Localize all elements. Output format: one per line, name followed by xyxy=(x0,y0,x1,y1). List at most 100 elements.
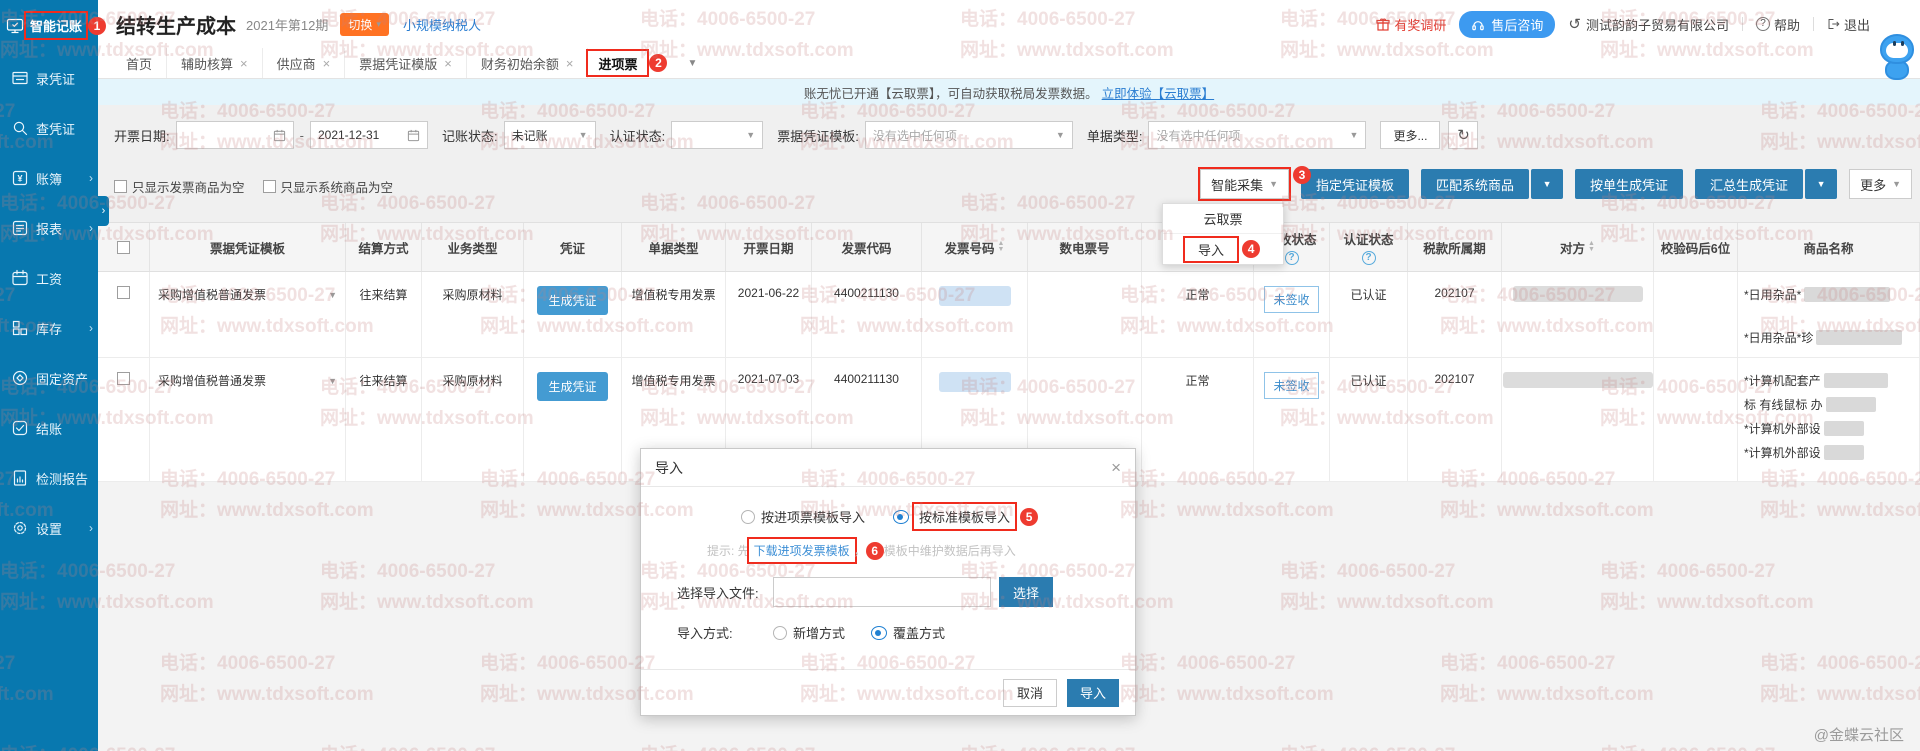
tab-item[interactable]: 供应商 × xyxy=(263,48,346,78)
logout-label: 退出 xyxy=(1844,15,1870,34)
annotation-badge-6: 6 xyxy=(866,542,884,560)
help-icon[interactable]: ? xyxy=(1362,251,1376,265)
more-filters-button[interactable]: 更多... xyxy=(1380,121,1440,149)
logout-link[interactable]: 退出 xyxy=(1827,15,1870,34)
radio-import-by-standard-template[interactable]: 按标准模板导入 5 xyxy=(893,505,1038,528)
checkbox-icon[interactable] xyxy=(263,180,276,193)
sidebar-item-voucher-search[interactable]: 查凭证 xyxy=(0,103,98,153)
chevron-right-icon: › xyxy=(89,321,93,335)
sort-icon[interactable]: ▲▼ xyxy=(1588,241,1595,253)
sidebar-item-voucher-entry[interactable]: 录凭证 xyxy=(0,53,98,103)
radio-selected-icon[interactable] xyxy=(893,510,909,524)
template-select[interactable]: 采购增值税普通发票▼ xyxy=(150,372,345,389)
row-checkbox[interactable] xyxy=(117,372,130,385)
generate-voucher-summary-button-group: 汇总生成凭证▼ xyxy=(1695,169,1837,199)
tab-item[interactable]: 财务初始余额 × xyxy=(467,48,589,78)
sidebar-item-inventory[interactable]: 库存› xyxy=(0,303,98,353)
app-logo[interactable]: 智能记账 1 xyxy=(0,0,98,37)
match-system-goods-button[interactable]: 匹配系统商品 xyxy=(1421,169,1529,199)
close-icon[interactable]: × xyxy=(1111,458,1121,478)
tab-label: 供应商 xyxy=(277,54,316,73)
refresh-icon: ↻ xyxy=(1457,126,1470,144)
generate-voucher-button[interactable]: 生成凭证 xyxy=(537,372,607,401)
product-text: *日用杂品* xyxy=(1744,286,1801,303)
sidebar-item-inspection-report[interactable]: 检测报告 xyxy=(0,453,98,503)
tab-item[interactable]: 进项票 xyxy=(588,51,647,75)
voucher-template-value: 没有选中任何项 xyxy=(873,127,957,144)
cell: *日用杂品**日用杂品*珍 xyxy=(1738,272,1920,357)
radio-append-mode[interactable]: 新增方式 xyxy=(773,623,845,642)
cert-status-select[interactable]: ▼ xyxy=(671,121,763,149)
generate-voucher-summary-button[interactable]: 汇总生成凭证 xyxy=(1695,169,1803,199)
survey-link[interactable]: 有奖调研 xyxy=(1376,15,1446,34)
close-icon[interactable]: × xyxy=(566,56,574,71)
row-checkbox[interactable] xyxy=(117,286,130,299)
notice-text: 账无忧已开通【云取票】，可自动获取税局发票数据。 xyxy=(804,83,1098,102)
generate-voucher-by-doc-button[interactable]: 按单生成凭证 xyxy=(1575,169,1683,199)
sidebar-item-closing[interactable]: 结账 xyxy=(0,403,98,453)
sidebar-item-payroll[interactable]: 工资 xyxy=(0,253,98,303)
generate-voucher-button[interactable]: 生成凭证 xyxy=(537,286,607,315)
blurred-value xyxy=(1824,421,1864,436)
doc-type-select[interactable]: 没有选中任何项 ▼ xyxy=(1148,121,1366,149)
only-system-goods-empty-checkbox[interactable]: 只显示系统商品为空 xyxy=(263,177,394,196)
company-switcher[interactable]: ↺ 测试韵韵子贸易有限公司 xyxy=(1568,15,1729,34)
doc-type-value: 没有选中任何项 xyxy=(1156,127,1240,144)
smart-collect-button[interactable]: 智能采集 ▼ xyxy=(1200,169,1289,199)
choose-file-button[interactable]: 选择 xyxy=(999,577,1053,607)
template-select[interactable]: 采购增值税普通发票▼ xyxy=(150,286,345,303)
close-icon[interactable]: × xyxy=(444,56,452,71)
annotation-badge-2: 2 xyxy=(649,54,667,72)
import-file-input[interactable] xyxy=(773,577,991,607)
tab-item[interactable]: 辅助核算× xyxy=(167,48,263,78)
voucher-template-select[interactable]: 没有选中任何项 ▼ xyxy=(865,121,1073,149)
inspection-report-icon xyxy=(11,469,29,487)
sidebar-item-fixed-assets[interactable]: 固定资产 xyxy=(0,353,98,403)
file-row: 选择导入文件: 选择 xyxy=(677,577,1111,607)
import-button[interactable]: 导入 xyxy=(1067,679,1119,707)
after-sales-support-button[interactable]: 售后咨询 xyxy=(1459,11,1555,38)
cell: 采购原材料 xyxy=(422,358,524,481)
radio-icon[interactable] xyxy=(741,510,755,524)
sort-icon[interactable]: ▲▼ xyxy=(998,241,1005,253)
close-icon[interactable]: × xyxy=(323,56,331,71)
more-actions-label: 更多 xyxy=(1860,175,1886,194)
help-link[interactable]: ? 帮助 xyxy=(1756,15,1800,34)
sidebar-item-report[interactable]: 报表› xyxy=(0,203,98,253)
close-icon[interactable]: × xyxy=(240,56,248,71)
tab-label: 财务初始余额 xyxy=(481,54,559,73)
calendar-icon[interactable] xyxy=(407,129,420,142)
menu-item-cloud-ticket[interactable]: 云取票 xyxy=(1163,204,1283,234)
notice-try-link[interactable]: 立即体验【云取票】 xyxy=(1102,83,1215,102)
radio-import-by-input-template[interactable]: 按进项票模板导入 xyxy=(741,507,865,526)
cancel-button[interactable]: 取消 xyxy=(1003,679,1057,707)
checkbox-icon[interactable] xyxy=(114,180,127,193)
tab-list-dropdown[interactable]: ▼ xyxy=(677,58,707,69)
date-from-input[interactable] xyxy=(176,121,294,149)
sidebar-item-ledger[interactable]: ¥账簿› xyxy=(0,153,98,203)
chevron-down-icon[interactable]: ▼ xyxy=(1531,169,1563,199)
select-all-checkbox[interactable] xyxy=(117,241,130,254)
only-invoice-goods-empty-checkbox[interactable]: 只显示发票商品为空 xyxy=(114,177,245,196)
sidebar-item-settings[interactable]: 设置› xyxy=(0,503,98,553)
radio-overwrite-mode[interactable]: 覆盖方式 xyxy=(871,623,945,642)
assign-voucher-template-button[interactable]: 指定凭证模板 xyxy=(1301,169,1409,199)
ledger-icon: ¥ xyxy=(11,169,29,187)
calendar-icon[interactable] xyxy=(273,129,286,142)
assistant-mascot[interactable] xyxy=(1876,34,1918,96)
tab-item[interactable]: 首页 xyxy=(112,48,167,78)
tab-item[interactable]: 票据凭证模版× xyxy=(345,48,467,78)
chevron-down-icon[interactable]: ▼ xyxy=(1805,169,1837,199)
sidebar-collapse-handle[interactable]: › xyxy=(98,196,109,226)
radio-selected-icon[interactable] xyxy=(871,626,887,640)
switch-period-button[interactable]: 切换 ▾ xyxy=(340,13,389,36)
radio-icon[interactable] xyxy=(773,626,787,640)
menu-item-import[interactable]: 导入 4 xyxy=(1163,234,1283,264)
bookkeeping-status-select[interactable]: 未记账 ▼ xyxy=(504,121,596,149)
taxpayer-type-link[interactable]: 小规模纳税人 xyxy=(403,15,481,34)
help-icon[interactable]: ? xyxy=(1285,251,1299,265)
more-actions-button[interactable]: 更多 ▼ xyxy=(1849,169,1912,199)
download-template-link[interactable]: 下载进项发票模板 xyxy=(750,540,854,561)
refresh-button[interactable]: ↻ xyxy=(1448,121,1478,149)
date-to-input[interactable]: 2021-12-31 xyxy=(310,121,428,149)
